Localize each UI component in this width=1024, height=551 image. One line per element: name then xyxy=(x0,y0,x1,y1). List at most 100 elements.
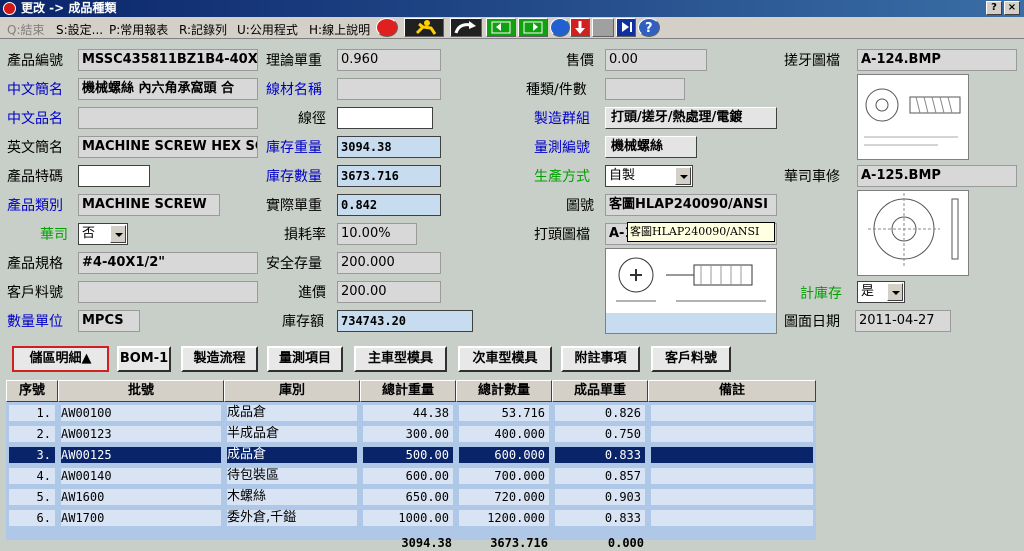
special-code-field[interactable] xyxy=(78,165,150,187)
last-record-icon[interactable] xyxy=(616,18,636,37)
label-category[interactable]: 產品類別 xyxy=(7,197,63,215)
table-cell[interactable]: AW00100 xyxy=(61,404,221,422)
down-arrow-icon[interactable] xyxy=(570,18,590,37)
table-cell[interactable]: 44.38 xyxy=(363,404,453,422)
chevron-down-icon[interactable] xyxy=(110,225,126,243)
table-cell[interactable]: 0.903 xyxy=(555,488,645,506)
menu-records[interactable]: R:記錄列 xyxy=(179,21,227,38)
thread-drawing-field[interactable]: A-124.BMP xyxy=(857,49,1017,71)
col-header-lot[interactable]: 批號 xyxy=(58,380,224,402)
mfg-group-field[interactable]: 打頭/搓牙/熱處理/電鍍 xyxy=(605,107,777,129)
menu-reports[interactable]: P:常用報表 xyxy=(109,21,168,38)
wire-dia-field[interactable] xyxy=(337,107,433,129)
table-cell[interactable] xyxy=(651,404,813,422)
table-cell[interactable]: 0.857 xyxy=(555,467,645,485)
redo-arrow-icon[interactable] xyxy=(450,18,482,37)
table-cell[interactable]: AW00125 xyxy=(61,446,221,464)
label-stock-weight[interactable]: 庫存重量 xyxy=(266,139,322,157)
table-cell[interactable]: 53.716 xyxy=(459,404,549,422)
table-cell[interactable]: 400.000 xyxy=(459,425,549,443)
table-cell[interactable]: AW1700 xyxy=(61,509,221,527)
label-stock-qty[interactable]: 庫存數量 xyxy=(266,168,322,186)
table-cell[interactable]: 3. xyxy=(9,446,55,464)
en-name-field[interactable]: MACHINE SCREW HEX SOCK xyxy=(78,136,258,158)
table-cell[interactable]: 成品倉 xyxy=(227,404,357,422)
chevron-down-icon[interactable] xyxy=(887,283,903,301)
tab-storage-detail[interactable]: 儲區明細▲ xyxy=(12,346,109,372)
lifebuoy-icon[interactable] xyxy=(376,18,398,37)
menu-help[interactable]: H:線上說明 xyxy=(309,21,370,38)
table-row[interactable]: 5. AW1600 木螺絲 650.00 720.000 0.903 xyxy=(6,489,816,507)
loss-rate-field[interactable]: 10.00% xyxy=(337,223,417,245)
table-cell[interactable] xyxy=(651,509,813,527)
col-header-total-weight[interactable]: 總計重量 xyxy=(360,380,456,402)
safety-stock-field[interactable]: 200.000 xyxy=(337,252,441,274)
table-cell[interactable]: 6. xyxy=(9,509,55,527)
table-cell[interactable]: 0.750 xyxy=(555,425,645,443)
help-title-button[interactable]: ? xyxy=(986,1,1002,15)
close-title-button[interactable]: × xyxy=(1004,1,1020,15)
label-qty-unit[interactable]: 數量單位 xyxy=(7,313,63,331)
table-cell[interactable]: 1. xyxy=(9,404,55,422)
actual-unit-weight-field[interactable]: 0.842 xyxy=(337,194,441,216)
purchase-price-field[interactable]: 200.00 xyxy=(337,281,441,303)
count-stock-select[interactable]: 是 xyxy=(857,281,905,303)
table-cell[interactable]: 5. xyxy=(9,488,55,506)
label-measure-no[interactable]: 量測編號 xyxy=(534,139,590,157)
table-cell[interactable]: 成品倉 xyxy=(227,446,357,464)
table-cell[interactable]: 委外倉,千鎰 xyxy=(227,509,357,527)
table-cell[interactable]: 0.833 xyxy=(555,509,645,527)
customer-part-field[interactable] xyxy=(78,281,258,303)
table-cell[interactable]: 1000.00 xyxy=(363,509,453,527)
table-cell[interactable]: AW00123 xyxy=(61,425,221,443)
table-cell[interactable]: 木螺絲 xyxy=(227,488,357,506)
chevron-down-icon[interactable] xyxy=(675,167,691,185)
label-count-stock[interactable]: 計庫存 xyxy=(800,285,842,303)
table-cell[interactable]: 0.833 xyxy=(555,446,645,464)
wire-name-field[interactable] xyxy=(337,78,441,100)
tab-customer-part[interactable]: 客戶料號 xyxy=(651,346,731,372)
table-cell[interactable]: 300.00 xyxy=(363,425,453,443)
zh-name-field[interactable] xyxy=(78,107,258,129)
stock-amount-field[interactable]: 734743.20 xyxy=(337,310,473,332)
table-cell[interactable]: AW1600 xyxy=(61,488,221,506)
info-icon[interactable] xyxy=(550,18,570,37)
label-mfg-group[interactable]: 製造群組 xyxy=(534,110,590,128)
sale-price-field[interactable]: 0.00 xyxy=(605,49,707,71)
product-code-field[interactable]: MSSC435811BZ1B4-40X1/2 xyxy=(78,49,258,71)
table-cell[interactable]: 650.00 xyxy=(363,488,453,506)
table-cell[interactable]: 0.826 xyxy=(555,404,645,422)
type-count-field[interactable] xyxy=(605,78,685,100)
table-cell[interactable]: 700.000 xyxy=(459,467,549,485)
tab-mfg-flow[interactable]: 製造流程 xyxy=(181,346,258,372)
table-cell[interactable]: 2. xyxy=(9,425,55,443)
table-cell[interactable]: 600.000 xyxy=(459,446,549,464)
col-header-remark[interactable]: 備註 xyxy=(648,380,816,402)
table-row[interactable]: 3. AW00125 成品倉 500.00 600.000 0.833 xyxy=(6,447,816,465)
menu-settings[interactable]: S:設定... xyxy=(56,21,103,38)
table-row[interactable]: 6. AW1700 委外倉,千鎰 1000.00 1200.000 0.833 xyxy=(6,510,816,528)
next-record-icon[interactable] xyxy=(518,18,548,37)
tab-measure-items[interactable]: 量測項目 xyxy=(267,346,343,372)
spec-field[interactable]: #4-40X1/2" xyxy=(78,252,258,274)
col-header-unit-weight[interactable]: 成品單重 xyxy=(552,380,648,402)
label-zh-short[interactable]: 中文簡名 xyxy=(7,81,63,99)
prod-method-select[interactable]: 自製 xyxy=(605,165,693,187)
qty-unit-field[interactable]: MPCS xyxy=(78,310,140,332)
label-wire-name[interactable]: 線材名稱 xyxy=(266,81,322,99)
measure-no-field[interactable]: 機械螺絲 xyxy=(605,136,697,158)
help-icon[interactable]: ? xyxy=(638,18,660,37)
table-cell[interactable]: 1200.000 xyxy=(459,509,549,527)
label-prod-method[interactable]: 生產方式 xyxy=(534,168,590,186)
table-cell[interactable]: 4. xyxy=(9,467,55,485)
category-field[interactable]: MACHINE SCREW xyxy=(78,194,220,216)
label-zh-name[interactable]: 中文品名 xyxy=(7,110,63,128)
table-cell[interactable] xyxy=(651,467,813,485)
menu-quit[interactable]: Q:結束 xyxy=(7,21,45,38)
drawing-field[interactable]: 客圖HLAP240090/ANSI xyxy=(605,194,777,216)
col-header-total-qty[interactable]: 總計數量 xyxy=(456,380,552,402)
theory-unit-weight-field[interactable]: 0.960 xyxy=(337,49,441,71)
tab-notes[interactable]: 附註事項 xyxy=(561,346,640,372)
zh-short-field[interactable]: 機械螺絲 內六角承窩頭 合 xyxy=(78,78,258,100)
washer-drawing-field[interactable]: A-125.BMP xyxy=(857,165,1017,187)
